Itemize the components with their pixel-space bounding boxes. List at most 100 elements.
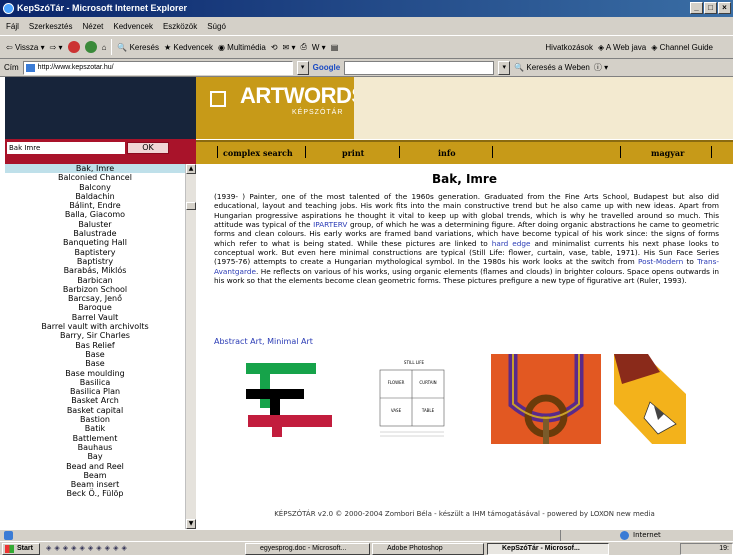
scroll-up-icon[interactable]: ▲ (186, 164, 196, 174)
back-button[interactable]: ⇦ Vissza ▾ (6, 43, 45, 52)
menu-help[interactable]: Súgó (207, 22, 226, 31)
term-list-item[interactable]: Beam insert (5, 480, 185, 489)
term-list-item[interactable]: Baluster (5, 220, 185, 229)
term-list-item[interactable]: Basilica (5, 378, 185, 387)
address-input[interactable]: http://www.kepszotar.hu/ (22, 60, 293, 75)
taskbar-internet-explorer[interactable]: KepSzóTár - Microsof... (487, 543, 609, 555)
term-list-item[interactable]: Battlement (5, 434, 185, 443)
term-list-item[interactable]: Barcsay, Jenő (5, 294, 185, 303)
scroll-thumb[interactable] (186, 202, 196, 210)
artwork-still-life[interactable]: STILL LIFE FLOWER CURTAIN VASE TABLE (354, 354, 474, 444)
google-search-input[interactable] (344, 60, 495, 75)
quick-launch-icons[interactable]: ◈◈◈◈◈◈◈◈◈◈ (46, 544, 130, 552)
mail-icon[interactable]: ✉ ▾ (283, 43, 296, 52)
home-icon[interactable]: ⌂ (102, 43, 107, 52)
term-list-item[interactable]: Base (5, 359, 185, 368)
link-minimal-art[interactable]: Minimal Art (267, 337, 313, 346)
term-list-item[interactable]: Baptistery (5, 248, 185, 257)
term-list-item[interactable]: Baldachin (5, 192, 185, 201)
link-web-java[interactable]: ◈ A Web java (598, 43, 646, 52)
stop-icon[interactable] (67, 41, 80, 53)
entry-text-part: . He reflects on various of his works, u… (214, 266, 719, 286)
menu-view[interactable]: Nézet (82, 22, 103, 31)
start-label: Start (17, 545, 33, 552)
taskbar-photoshop[interactable]: Adobe Photoshop (372, 543, 484, 555)
term-list-item[interactable]: Barbican (5, 276, 185, 285)
term-list-item[interactable]: Beck Ö., Fülöp (5, 489, 185, 498)
search-label: Keresés (129, 42, 159, 52)
taskbar-word[interactable]: egyesprog.doc - Microsoft... (245, 543, 370, 555)
clock[interactable]: 19: (719, 545, 729, 552)
term-list-item[interactable]: Balla, Giacomo (5, 210, 185, 219)
scroll-down-icon[interactable]: ▼ (186, 519, 196, 529)
favorites-button[interactable]: ★ Kedvencek (164, 43, 213, 52)
term-list-scrollbar[interactable]: ▲ ▼ (185, 164, 196, 529)
menu-file[interactable]: Fájl (6, 22, 19, 31)
nav-print[interactable]: print (342, 148, 364, 158)
term-list-item[interactable]: Barbizon School (5, 285, 185, 294)
still-life-flower: FLOWER (388, 380, 405, 385)
term-list-item[interactable]: Barrel vault with archivolts (5, 322, 185, 331)
term-list-item[interactable]: Base (5, 350, 185, 359)
term-list-item[interactable]: Bálint, Endre (5, 201, 185, 210)
nav-info[interactable]: info (438, 148, 456, 158)
term-list-item[interactable]: Barrel Vault (5, 313, 185, 322)
term-list-item[interactable]: Bead and Reel (5, 462, 185, 471)
google-toolbar-logo: Google (312, 63, 341, 72)
artwork-geometric[interactable] (614, 354, 686, 444)
web-search-button[interactable]: 🔍 Keresés a Weben (514, 63, 590, 72)
link-hard-edge[interactable]: hard edge (492, 239, 531, 248)
still-life-curtain: CURTAIN (419, 380, 436, 385)
artwork-framed-band[interactable] (244, 359, 332, 449)
term-list-item[interactable]: Baroque (5, 303, 185, 312)
term-list-item[interactable]: Barry, Sir Charles (5, 331, 185, 340)
term-list-item[interactable]: Baptistry (5, 257, 185, 266)
link-iparterv[interactable]: IPARTERV (313, 220, 347, 229)
maximize-button[interactable]: □ (704, 2, 717, 14)
link-channel-guide[interactable]: ◈ Channel Guide (651, 43, 713, 52)
menu-edit[interactable]: Szerkesztés (29, 22, 73, 31)
forward-button[interactable]: ⇨ ▾ (50, 43, 63, 52)
address-dropdown-icon[interactable]: ▾ (296, 60, 309, 75)
term-list-item[interactable]: Base moulding (5, 369, 185, 378)
term-list-item[interactable]: Barabás, Miklós (5, 266, 185, 275)
info-icon[interactable]: ⓘ ▾ (594, 62, 608, 73)
history-icon[interactable]: ⟲ (271, 43, 278, 52)
media-button[interactable]: ◉ Multimédia (218, 43, 266, 52)
term-list-item[interactable]: Balconied Chancel (5, 173, 185, 182)
edit-icon[interactable]: W ▾ (312, 43, 326, 52)
refresh-icon[interactable] (84, 41, 97, 53)
menu-tools[interactable]: Eszközök (163, 22, 197, 31)
term-list-item[interactable]: Balcony (5, 183, 185, 192)
term-list-item[interactable]: Bas Relief (5, 341, 185, 350)
minimize-button[interactable]: _ (690, 2, 703, 14)
start-button[interactable]: Start (2, 543, 40, 555)
close-button[interactable]: × (718, 2, 731, 14)
discuss-icon[interactable]: ▤ (331, 43, 339, 52)
term-list-item[interactable]: Basket capital (5, 406, 185, 415)
link-post-modern[interactable]: Post-Modern (638, 257, 683, 266)
search-input[interactable] (7, 142, 125, 154)
term-list-item[interactable]: Basilica Plan (5, 387, 185, 396)
search-button[interactable]: 🔍 Keresés (117, 43, 159, 52)
artwork-sun-face[interactable] (491, 354, 601, 444)
term-list-item[interactable]: Bauhaus (5, 443, 185, 452)
site-logo[interactable]: ARTWORDS KÉPSZÓTÁR (202, 77, 366, 139)
term-list-item[interactable]: Batik (5, 424, 185, 433)
term-list-item[interactable]: Beam (5, 471, 185, 480)
term-list-item[interactable]: Bak, Imre (5, 164, 185, 174)
google-dropdown-icon[interactable]: ▾ (498, 60, 511, 75)
term-list-item[interactable]: Basket Arch (5, 396, 185, 405)
nav-magyar[interactable]: magyar (651, 148, 684, 158)
address-label: Cím (4, 63, 19, 72)
term-list-item[interactable]: Bastion (5, 415, 185, 424)
ok-button[interactable]: OK (127, 142, 169, 154)
menu-favorites[interactable]: Kedvencek (113, 22, 153, 31)
link-abstract-art[interactable]: Abstract Art (214, 337, 262, 346)
nav-complex-search[interactable]: complex search (223, 148, 293, 158)
term-list-item[interactable]: Banqueting Hall (5, 238, 185, 247)
term-list-item[interactable]: Bay (5, 452, 185, 461)
still-life-vase: VASE (391, 408, 402, 413)
print-icon[interactable]: ⎙ (301, 42, 307, 52)
term-list-item[interactable]: Balustrade (5, 229, 185, 238)
